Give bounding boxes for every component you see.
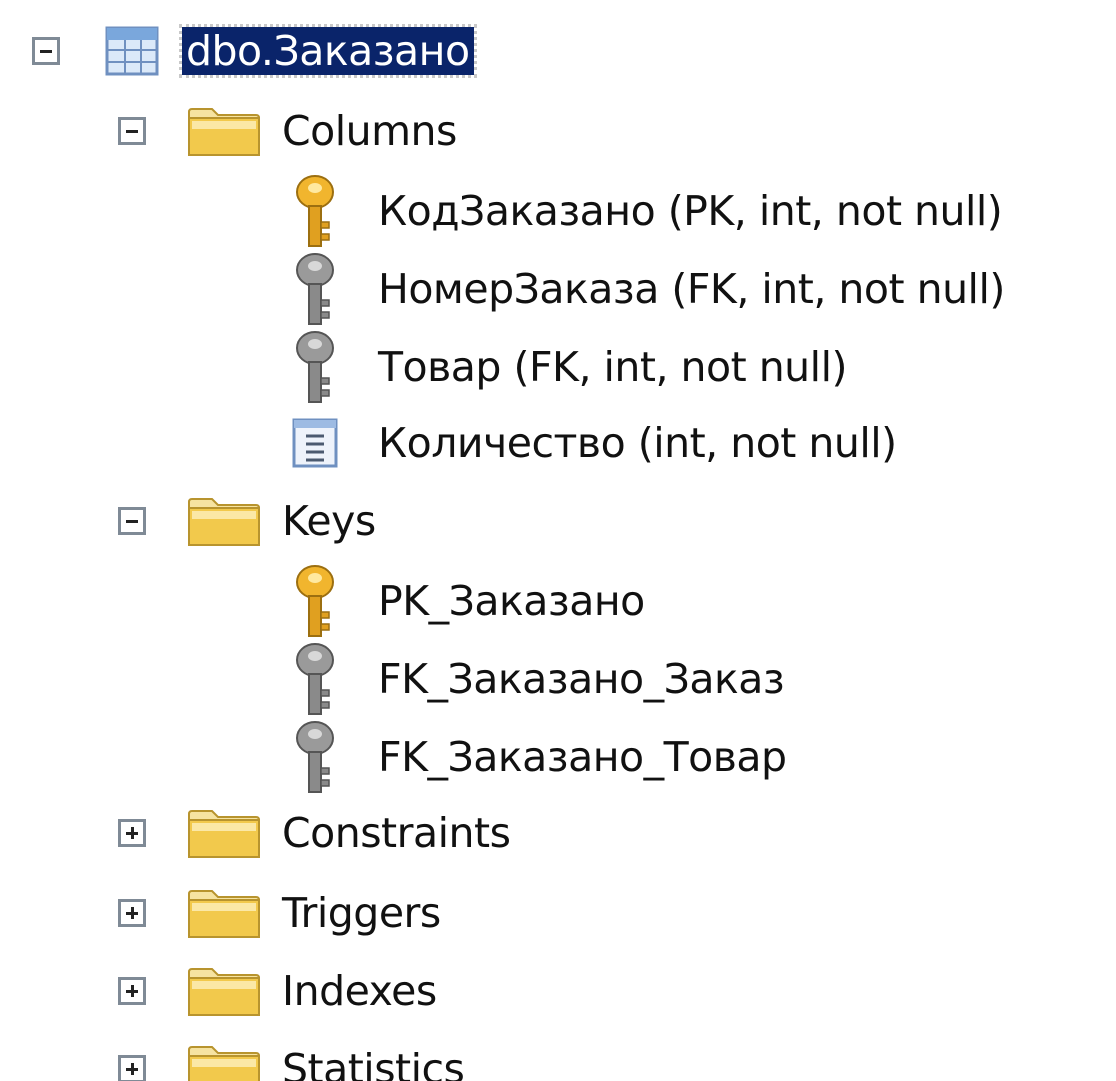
column-label: Товар (FK, int, not null)	[378, 343, 847, 391]
tree-node-statistics-folder[interactable]: Statistics	[0, 1030, 520, 1081]
constraints-folder-label: Constraints	[282, 809, 511, 857]
column-item[interactable]: Количество (int, not null)	[0, 404, 1000, 482]
tree-node-table[interactable]: dbo.Заказано	[0, 12, 560, 90]
expand-toggle[interactable]	[118, 819, 146, 847]
key-label: PK_Заказано	[378, 577, 645, 625]
foreign-key-icon	[296, 331, 334, 403]
foreign-key-icon	[296, 253, 334, 325]
column-label: НомерЗаказа (FK, int, not null)	[378, 265, 1005, 313]
expand-toggle[interactable]	[118, 977, 146, 1005]
key-label: FK_Заказано_Товар	[378, 733, 787, 781]
column-label: КодЗаказано (PK, int, not null)	[378, 187, 1003, 235]
key-item[interactable]: FK_Заказано_Заказ	[0, 640, 900, 718]
tree-node-triggers-folder[interactable]: Triggers	[0, 874, 520, 952]
collapse-toggle[interactable]	[118, 117, 146, 145]
column-icon	[292, 418, 338, 468]
indexes-folder-label: Indexes	[282, 967, 437, 1015]
tree-node-keys-folder[interactable]: Keys	[0, 482, 420, 560]
column-item[interactable]: Товар (FK, int, not null)	[0, 328, 1000, 406]
key-label: FK_Заказано_Заказ	[378, 655, 785, 703]
folder-icon	[188, 810, 261, 858]
collapse-toggle[interactable]	[118, 507, 146, 535]
table-name-label[interactable]: dbo.Заказано	[179, 24, 477, 78]
folder-icon	[188, 108, 261, 156]
key-item[interactable]: FK_Заказано_Товар	[0, 718, 900, 796]
primary-key-icon	[296, 565, 334, 637]
foreign-key-icon	[296, 643, 334, 715]
object-explorer-tree: dbo.Заказано Columns КодЗаказано (PK, in…	[0, 0, 1116, 1081]
keys-folder-label: Keys	[282, 497, 376, 545]
column-label: Количество (int, not null)	[378, 419, 897, 467]
folder-icon	[188, 968, 261, 1016]
key-item[interactable]: PK_Заказано	[0, 562, 800, 640]
primary-key-icon	[296, 175, 334, 247]
triggers-folder-label: Triggers	[282, 889, 441, 937]
table-icon	[105, 26, 159, 76]
folder-icon	[188, 498, 261, 546]
folder-icon	[188, 890, 261, 938]
expand-toggle[interactable]	[118, 899, 146, 927]
tree-node-columns-folder[interactable]: Columns	[0, 92, 520, 170]
tree-node-indexes-folder[interactable]: Indexes	[0, 952, 520, 1030]
columns-folder-label: Columns	[282, 107, 457, 155]
column-item[interactable]: КодЗаказано (PK, int, not null)	[0, 172, 1110, 250]
tree-node-constraints-folder[interactable]: Constraints	[0, 794, 600, 872]
collapse-toggle[interactable]	[32, 37, 60, 65]
expand-toggle[interactable]	[118, 1055, 146, 1081]
folder-icon	[188, 1046, 261, 1081]
foreign-key-icon	[296, 721, 334, 793]
statistics-folder-label: Statistics	[282, 1045, 465, 1081]
column-item[interactable]: НомерЗаказа (FK, int, not null)	[0, 250, 1110, 328]
